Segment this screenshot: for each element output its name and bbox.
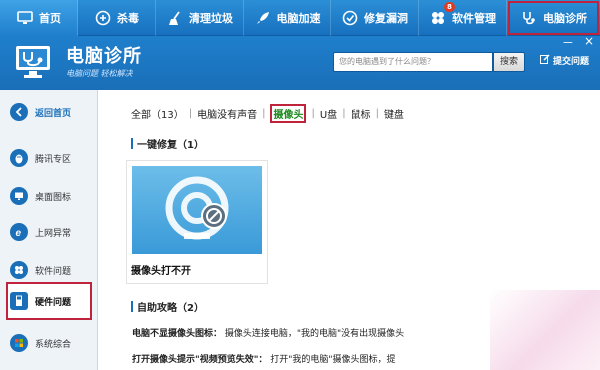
sidebar-item-label: 腾讯专区 <box>35 154 72 165</box>
guide-row[interactable]: 打开摄像头提示"视频预览失效"： 打开"我的电脑"摄像头图标，提 <box>132 352 396 365</box>
tab-label: 软件管理 <box>452 12 496 25</box>
window-controls: － × <box>562 34 594 51</box>
tab-label: 杀毒 <box>117 12 139 25</box>
tab-cleanup[interactable]: 清理垃圾 <box>156 0 244 36</box>
desktop-icon <box>10 187 28 205</box>
guide-row[interactable]: 电脑不显摄像头图标： 摄像头连接电脑，"我的电脑"没有出现摄像头 <box>132 326 404 339</box>
filter-separator: | <box>188 108 193 119</box>
tab-pc-clinic[interactable]: 电脑诊所 <box>507 0 600 36</box>
tab-home[interactable]: 首页 <box>0 0 78 36</box>
stethoscope-icon <box>520 9 538 27</box>
software-icon <box>10 261 28 279</box>
camera-disabled-icon <box>165 176 229 240</box>
guide-row-title: 电脑不显摄像头图标： <box>132 329 223 339</box>
sidebar-item-label: 软件问题 <box>35 266 72 277</box>
broom-icon <box>166 9 184 27</box>
search-button[interactable]: 搜索 <box>493 52 525 72</box>
shield-icon <box>94 9 112 27</box>
fix-card-image[interactable] <box>132 166 262 254</box>
rocket-icon <box>254 9 272 27</box>
usb-icon <box>10 292 28 310</box>
filter-no-sound[interactable]: 电脑没有声音 <box>197 106 257 121</box>
category-sidebar: 返回首页 腾讯专区 桌面图标 e 上网异常 软件问题 硬件问题 系统综合 <box>0 90 98 370</box>
guide-row-title: 打开摄像头提示"视频预览失效"： <box>132 355 268 365</box>
tab-label: 电脑加速 <box>276 12 321 25</box>
submit-question-button[interactable]: 提交问题 <box>540 54 589 67</box>
monitor-icon <box>16 9 34 27</box>
minimize-button[interactable]: － <box>562 34 574 51</box>
filter-mouse[interactable]: 鼠标 <box>351 106 371 121</box>
ie-icon: e <box>10 223 28 241</box>
sidebar-item-desktop-icons[interactable]: 桌面图标 <box>0 176 98 216</box>
sidebar-item-back-home[interactable]: 返回首页 <box>0 92 98 132</box>
filter-keyboard[interactable]: 键盘 <box>384 106 404 121</box>
quickfix-section-title: 一键修复（1） <box>131 136 204 151</box>
sidebar-item-system[interactable]: 系统综合 <box>0 323 98 363</box>
update-count-badge: 8 <box>444 2 455 12</box>
filter-usb-drive[interactable]: U盘 <box>320 106 337 121</box>
tab-speedup[interactable]: 电脑加速 <box>244 0 331 36</box>
sidebar-item-label: 桌面图标 <box>35 192 72 203</box>
corner-watermark-fade <box>490 290 600 370</box>
filter-separator: | <box>342 108 346 119</box>
guide-section-title: 自助攻略（2） <box>131 299 204 314</box>
tab-antivirus[interactable]: 杀毒 <box>78 0 156 36</box>
filter-separator: | <box>262 108 266 119</box>
sidebar-item-label: 上网异常 <box>35 228 72 239</box>
clinic-logo <box>14 44 56 80</box>
submit-label: 提交问题 <box>553 57 590 67</box>
main-tab-bar: 首页 杀毒 清理垃圾 电脑加速 修复漏洞 8 软件管理 电脑诊所 <box>0 0 600 36</box>
section-title-text: 自助攻略（2） <box>137 303 204 314</box>
sidebar-item-label: 返回首页 <box>35 108 72 119</box>
filter-camera[interactable]: 摄像头 <box>270 104 307 123</box>
edit-icon <box>540 54 550 67</box>
svg-text:e: e <box>16 228 22 238</box>
tab-label: 修复漏洞 <box>364 12 408 25</box>
apps-icon <box>429 9 447 27</box>
tab-label: 首页 <box>39 12 61 25</box>
tab-fix-vulnerability[interactable]: 修复漏洞 <box>331 0 419 36</box>
fix-card-label: 摄像头打不开 <box>131 266 191 277</box>
patch-icon <box>341 9 359 27</box>
tab-software-manager[interactable]: 8 软件管理 <box>419 0 507 36</box>
close-button[interactable]: × <box>584 34 594 51</box>
sidebar-item-label: 系统综合 <box>35 339 72 350</box>
windows-icon <box>10 334 28 352</box>
tab-label: 电脑诊所 <box>543 12 587 25</box>
sidebar-item-internet[interactable]: e 上网异常 <box>0 212 98 252</box>
penguin-icon <box>10 149 28 167</box>
section-title-text: 一键修复（1） <box>137 140 204 151</box>
guide-row-text: 打开"我的电脑"摄像头图标，提 <box>270 355 396 365</box>
filter-separator: | <box>311 108 315 119</box>
app-subtitle: 电脑问题 轻松解决 <box>66 69 133 78</box>
tab-label: 清理垃圾 <box>189 12 233 25</box>
app-title: 电脑诊所 <box>66 46 142 67</box>
filter-separator: | <box>375 108 379 119</box>
sidebar-item-hardware[interactable]: 硬件问题 <box>6 282 92 320</box>
sidebar-item-label: 硬件问题 <box>35 297 72 308</box>
search-input[interactable]: 您的电脑遇到了什么问题？ <box>333 52 493 72</box>
guide-row-text: 摄像头连接电脑，"我的电脑"没有出现摄像头 <box>224 329 405 339</box>
filter-all[interactable]: 全部（13） <box>131 106 184 121</box>
section-marker <box>131 138 133 149</box>
category-filters: 全部（13） | 电脑没有声音 | 摄像头 | U盘 | 鼠标 | 键盘 <box>131 104 404 123</box>
sidebar-item-tencent[interactable]: 腾讯专区 <box>0 138 98 178</box>
back-arrow-icon <box>10 103 28 121</box>
section-marker <box>131 301 133 312</box>
clinic-header: － × 电脑诊所 电脑问题 轻松解决 您的电脑遇到了什么问题？ 搜索 提交问题 <box>0 34 600 90</box>
